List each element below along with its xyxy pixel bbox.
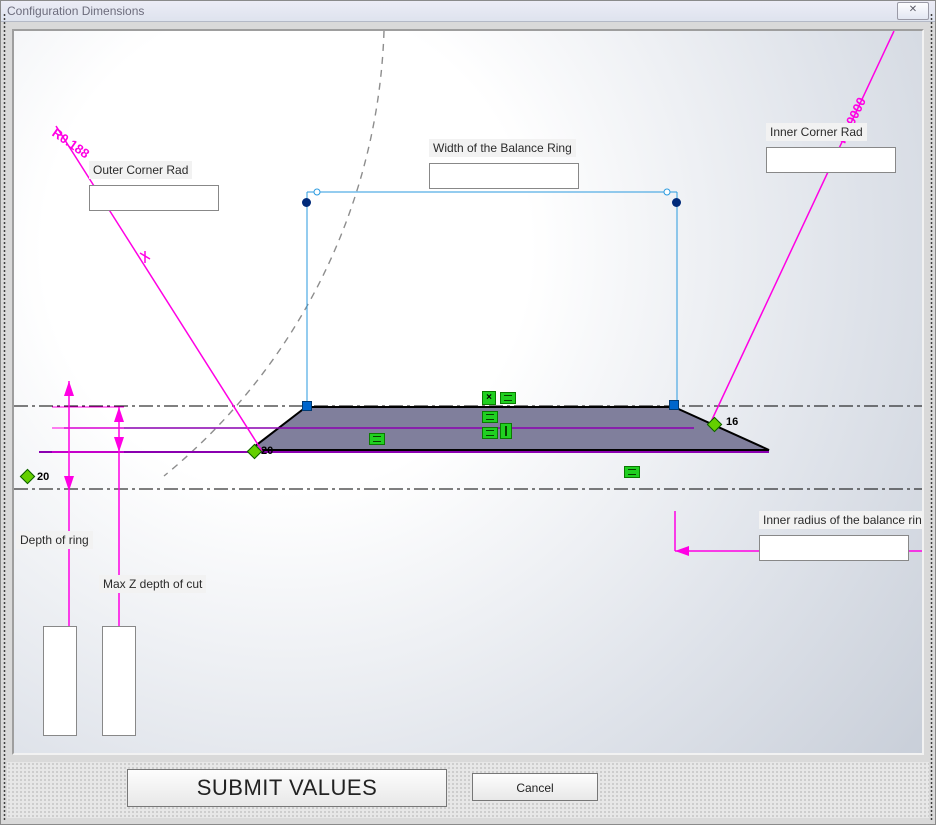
max-z-depth-input-group: [102, 626, 136, 736]
depth-of-ring-input[interactable]: [43, 626, 77, 736]
constraint-equal-icon: [482, 411, 498, 423]
outer-corner-rad-input[interactable]: [89, 185, 219, 211]
right-ruler-dots: [930, 13, 933, 822]
dimension-node: [672, 198, 681, 207]
dimension-value: 20: [261, 445, 273, 457]
dimension-node: [302, 198, 311, 207]
constraint-equal-icon: [500, 392, 516, 404]
max-z-depth-group: Max Z depth of cut: [99, 575, 206, 593]
cancel-button[interactable]: Cancel: [472, 773, 598, 801]
outer-corner-rad-group: Outer Corner Rad: [89, 161, 219, 211]
inner-corner-rad-group: Inner Corner Rad: [766, 123, 896, 173]
inner-corner-rad-input[interactable]: [766, 147, 896, 173]
inner-radius-ring-input[interactable]: [759, 535, 909, 561]
title-bar: Configuration Dimensions ✕: [1, 1, 935, 22]
outer-corner-rad-label: Outer Corner Rad: [89, 161, 192, 179]
max-z-depth-label: Max Z depth of cut: [99, 575, 206, 593]
submit-values-button[interactable]: SUBMIT VALUES: [127, 769, 447, 807]
constraint-equal-icon: [369, 433, 385, 445]
sketch-viewport[interactable]: × 16 20 20 R0.188 R0.0000 Outer Corner R…: [12, 29, 924, 755]
left-ruler-dots: [3, 13, 6, 822]
window-title: Configuration Dimensions: [7, 4, 144, 18]
depth-of-ring-group: Depth of ring: [16, 531, 93, 549]
constraint-equal-icon: [482, 427, 498, 439]
depth-of-ring-label: Depth of ring: [16, 531, 93, 549]
sketch-endpoint: [669, 400, 679, 410]
constraint-fixed-icon: ×: [482, 391, 496, 405]
sketch-endpoint: [302, 401, 312, 411]
dimension-value: 20: [37, 471, 49, 483]
configuration-dimensions-dialog: Configuration Dimensions ✕: [0, 0, 936, 825]
button-bar: SUBMIT VALUES Cancel: [7, 762, 929, 818]
constraint-equal-icon: [624, 466, 640, 478]
inner-radius-ring-label: Inner radius of the balance ring: [759, 511, 924, 529]
width-balance-ring-input[interactable]: [429, 163, 579, 189]
dimension-value: 16: [726, 416, 738, 428]
inner-corner-rad-label: Inner Corner Rad: [766, 123, 867, 141]
inner-radius-ring-group: Inner radius of the balance ring: [759, 511, 924, 561]
width-balance-ring-label: Width of the Balance Ring: [429, 139, 576, 157]
close-icon: ✕: [909, 4, 917, 15]
close-button[interactable]: ✕: [897, 2, 929, 20]
constraint-vertical-icon: [500, 423, 512, 439]
width-balance-ring-group: Width of the Balance Ring: [429, 139, 579, 189]
max-z-depth-input[interactable]: [102, 626, 136, 736]
depth-of-ring-input-group: [43, 626, 77, 736]
